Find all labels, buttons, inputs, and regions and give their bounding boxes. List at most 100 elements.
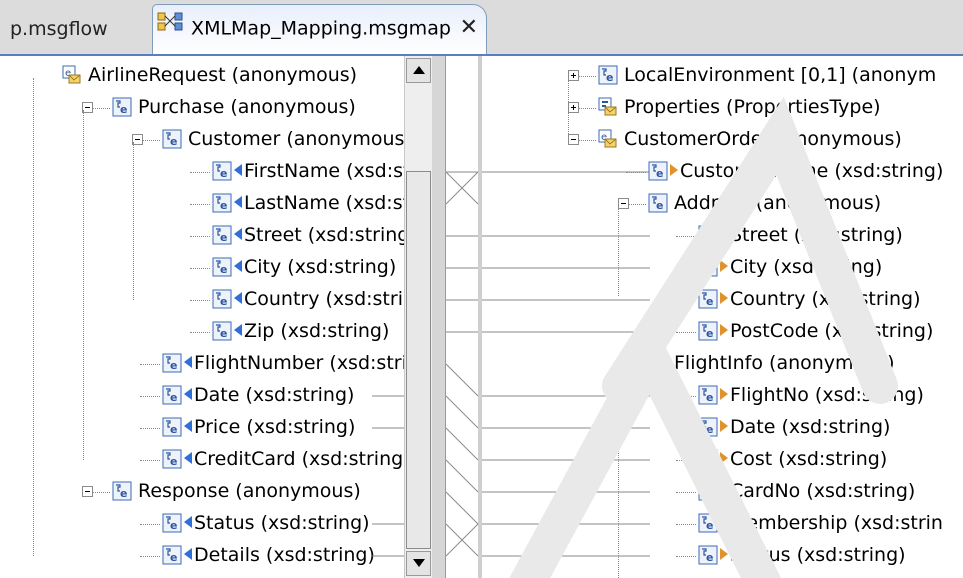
tree-connector bbox=[626, 364, 646, 365]
target-tree-label: Cost (xsd:string) bbox=[730, 448, 888, 470]
mapping-editor: e AirlineRequest (anonymous) e Purchase (an… bbox=[0, 56, 963, 578]
svg-text:e: e bbox=[706, 295, 713, 308]
target-tree-row[interactable]: e Cost (xsd:string) bbox=[482, 444, 963, 476]
element-icon: e bbox=[698, 545, 718, 565]
tree-connector bbox=[576, 76, 596, 77]
target-tree-label: Membership (xsd:strin bbox=[730, 512, 943, 534]
target-tree-row[interactable]: e FlightNo (xsd:string) bbox=[482, 380, 963, 412]
tab-msgflow-label: p.msgflow bbox=[10, 18, 108, 40]
target-tree-row[interactable]: e FlightInfo (anonymous) bbox=[482, 348, 963, 380]
tab-msgmap[interactable]: XMLMap_Mapping.msgmap ✕ bbox=[152, 4, 487, 54]
element-icon: e bbox=[648, 353, 668, 373]
target-tree-row[interactable]: e LocalEnvironment [0,1] (anonym bbox=[482, 60, 963, 92]
target-tree-row[interactable]: e Street (xsd:string) bbox=[482, 220, 963, 252]
target-tree[interactable]: e LocalEnvironment [0,1] (anonym Propertie… bbox=[482, 56, 963, 578]
svg-text:e: e bbox=[706, 519, 713, 532]
svg-text:e: e bbox=[656, 199, 663, 212]
tree-guide-line bbox=[618, 208, 619, 296]
tree-connector bbox=[676, 332, 696, 333]
tree-connector bbox=[576, 140, 596, 141]
message-map-icon bbox=[157, 6, 185, 52]
tree-connector bbox=[576, 108, 596, 109]
target-tree-label: Country (xsd:string) bbox=[730, 288, 921, 310]
close-icon[interactable]: ✕ bbox=[460, 5, 478, 51]
target-tree-row[interactable]: e PostCode (xsd:string) bbox=[482, 316, 963, 348]
element-icon: e bbox=[698, 225, 718, 245]
target-tree-label: PostCode (xsd:string) bbox=[730, 320, 934, 342]
target-tree-label: CustomerOrder (anonymous) bbox=[624, 128, 902, 150]
target-tree-row[interactable]: e Date (xsd:string) bbox=[482, 412, 963, 444]
collapse-icon[interactable] bbox=[568, 134, 579, 145]
tree-connector bbox=[676, 556, 696, 557]
tree-guide-line bbox=[568, 72, 569, 144]
svg-text:e: e bbox=[706, 551, 713, 564]
svg-text:e: e bbox=[706, 263, 713, 276]
tree-connector bbox=[676, 300, 696, 301]
root-message-icon: e bbox=[598, 129, 618, 149]
tab-msgmap-label: XMLMap_Mapping.msgmap bbox=[191, 17, 451, 40]
properties-icon bbox=[598, 97, 618, 117]
tree-connector bbox=[676, 236, 696, 237]
svg-text:e: e bbox=[656, 359, 663, 372]
collapse-icon[interactable] bbox=[618, 358, 629, 369]
target-tree-row[interactable]: e Address (anonymous) bbox=[482, 188, 963, 220]
target-tree-label: FlightInfo (anonymous) bbox=[674, 352, 895, 374]
target-tree-row[interactable]: e Status (xsd:string) bbox=[482, 540, 963, 572]
element-icon: e bbox=[698, 257, 718, 277]
target-tree-label: Properties (PropertiesType) bbox=[624, 96, 881, 118]
target-tree-label: CardNo (xsd:string) bbox=[730, 480, 916, 502]
element-icon: e bbox=[698, 481, 718, 501]
target-tree-label: Status (xsd:string) bbox=[730, 544, 906, 566]
mapping-connection bbox=[445, 459, 479, 493]
tree-connector bbox=[676, 428, 696, 429]
target-tree-label: City (xsd:string) bbox=[730, 256, 883, 278]
element-icon: e bbox=[698, 385, 718, 405]
tree-connector bbox=[626, 172, 646, 173]
target-tree-label: CustomerName (xsd:string) bbox=[680, 160, 944, 182]
target-tree-label: Date (xsd:string) bbox=[730, 416, 891, 438]
target-tree-row[interactable]: e City (xsd:string) bbox=[482, 252, 963, 284]
svg-text:e: e bbox=[706, 455, 713, 468]
target-tree-label: Street (xsd:string) bbox=[730, 224, 903, 246]
element-icon: e bbox=[698, 321, 718, 341]
target-tree-label: FlightNo (xsd:string) bbox=[730, 384, 924, 406]
collapse-icon[interactable] bbox=[618, 198, 629, 209]
tree-guide-line bbox=[618, 400, 619, 578]
mapping-connection bbox=[445, 427, 479, 461]
target-tree-label: Address (anonymous) bbox=[674, 192, 882, 214]
svg-text:e: e bbox=[706, 391, 713, 404]
target-tree-row[interactable]: e CustomerOrder (anonymous) bbox=[482, 124, 963, 156]
svg-text:e: e bbox=[606, 71, 613, 84]
editor-tab-bar: p.msgflow XMLMap_Mapping.msgmap ✕ bbox=[0, 0, 963, 56]
tab-msgflow[interactable]: p.msgflow bbox=[0, 6, 160, 52]
svg-text:e: e bbox=[656, 167, 663, 180]
target-tree-row[interactable]: e CustomerName (xsd:string) bbox=[482, 156, 963, 188]
expand-icon[interactable] bbox=[568, 70, 579, 81]
tree-connector bbox=[676, 524, 696, 525]
target-tree-row[interactable]: e Membership (xsd:strin bbox=[482, 508, 963, 540]
target-tree-row[interactable]: Properties (PropertiesType) bbox=[482, 92, 963, 124]
tree-connector bbox=[626, 204, 646, 205]
svg-text:e: e bbox=[706, 423, 713, 436]
tree-connector bbox=[676, 396, 696, 397]
svg-text:e: e bbox=[706, 231, 713, 244]
svg-text:e: e bbox=[706, 487, 713, 500]
mapping-connection bbox=[445, 395, 479, 429]
element-icon: e bbox=[648, 193, 668, 213]
mapping-connection bbox=[445, 363, 479, 397]
element-icon: e bbox=[598, 65, 618, 85]
expand-icon[interactable] bbox=[568, 102, 579, 113]
element-icon: e bbox=[698, 449, 718, 469]
target-tree-row[interactable]: e CardNo (xsd:string) bbox=[482, 476, 963, 508]
tree-connector bbox=[676, 460, 696, 461]
mapping-connection bbox=[445, 491, 479, 525]
element-icon: e bbox=[698, 289, 718, 309]
tree-connector bbox=[676, 492, 696, 493]
element-icon: e bbox=[698, 417, 718, 437]
target-tree-label: LocalEnvironment [0,1] (anonym bbox=[624, 64, 937, 86]
svg-text:e: e bbox=[706, 327, 713, 340]
target-tree-row[interactable]: e Country (xsd:string) bbox=[482, 284, 963, 316]
element-icon: e bbox=[698, 513, 718, 533]
tree-connector bbox=[676, 268, 696, 269]
element-icon: e bbox=[648, 161, 668, 181]
